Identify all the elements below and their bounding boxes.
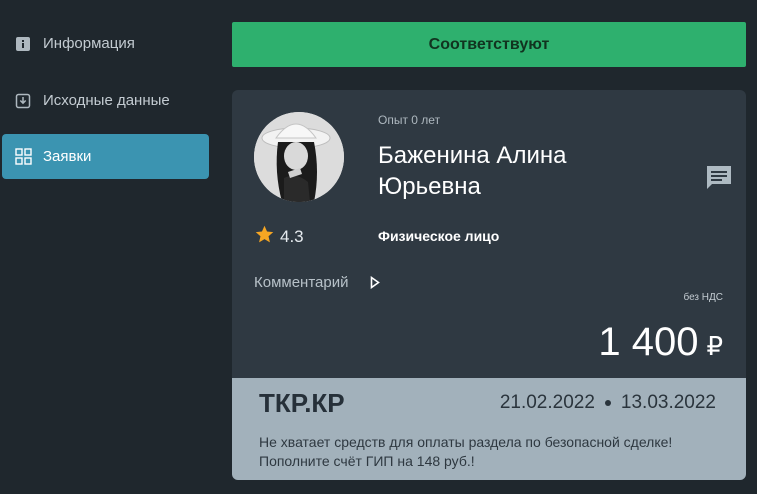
message-icon[interactable] xyxy=(704,163,734,193)
date-end: 13.03.2022 xyxy=(620,392,716,413)
entity-type: Физическое лицо xyxy=(378,228,500,244)
insufficient-funds-warning: Не хватает средств для оплаты раздела по… xyxy=(259,434,673,469)
vat-note: без НДС xyxy=(683,292,723,303)
play-arrow-icon xyxy=(370,276,381,289)
rating: 4.3 xyxy=(254,224,304,250)
status-banner-label: Соответствуют xyxy=(428,35,550,53)
star-icon xyxy=(254,224,275,250)
sidebar-item-source-data[interactable]: Исходные данные xyxy=(2,78,209,123)
executor-card: Опыт 0 лет Баженина Алина Юрьевна 4.3 Фи… xyxy=(232,90,746,378)
grid-icon xyxy=(14,148,32,166)
experience-label: Опыт 0 лет xyxy=(378,113,441,127)
sidebar-item-label: Исходные данные xyxy=(43,92,170,109)
separator-dot xyxy=(604,400,611,406)
comment-label: Комментарий xyxy=(254,274,349,291)
avatar xyxy=(254,112,344,202)
rating-value: 4.3 xyxy=(280,227,304,246)
info-icon xyxy=(14,35,32,53)
download-box-icon xyxy=(14,92,32,110)
sidebar-item-label: Информация xyxy=(43,35,135,52)
price-value: 1 400 xyxy=(598,320,699,364)
section-code: ТКР.КР xyxy=(259,388,345,418)
request-footer: ТКР.КР 21.02.2022 13.03.2022 Не хватает … xyxy=(232,378,746,480)
date-range: 21.02.2022 13.03.2022 xyxy=(500,392,716,414)
comment-toggle[interactable]: Комментарий xyxy=(254,274,381,291)
executor-name: Баженина Алина Юрьевна xyxy=(378,142,567,200)
price: 1 400 ₽ xyxy=(598,320,723,365)
sidebar-item-requests[interactable]: Заявки xyxy=(2,134,209,179)
status-banner: Соответствуют xyxy=(232,22,746,67)
sidebar-item-label: Заявки xyxy=(43,148,92,165)
sidebar: Информация Исходные данные Заявки xyxy=(0,0,215,494)
date-start: 21.02.2022 xyxy=(499,392,595,413)
currency-symbol: ₽ xyxy=(706,331,723,361)
sidebar-item-info[interactable]: Информация xyxy=(2,21,209,66)
